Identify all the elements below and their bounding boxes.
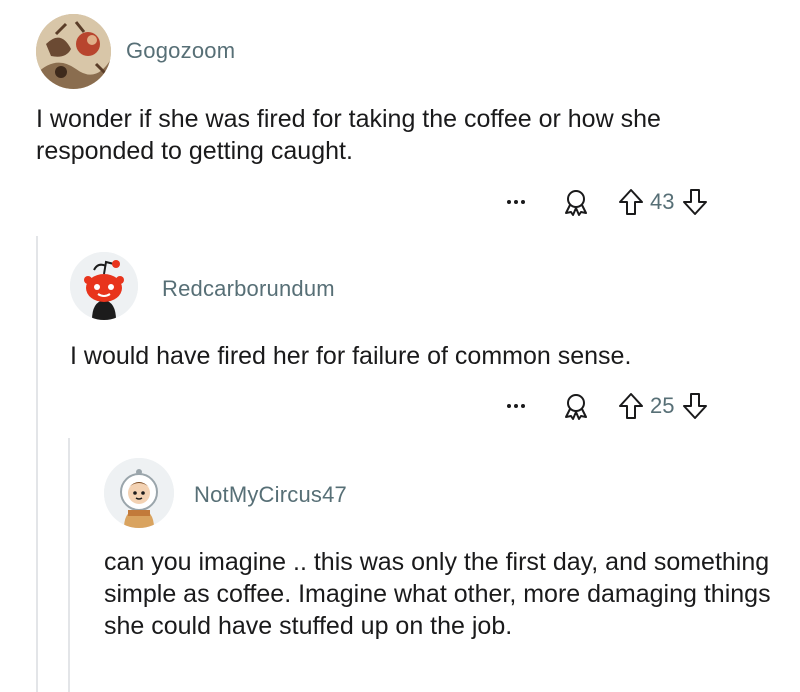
- thread-line-level-2[interactable]: [68, 438, 70, 692]
- vote-score: 43: [650, 189, 675, 214]
- user-avatar[interactable]: [70, 252, 138, 320]
- downvote-button[interactable]: [680, 184, 710, 220]
- upvote-button[interactable]: [616, 388, 646, 424]
- more-options-button[interactable]: [500, 186, 532, 218]
- upvote-arrow-icon: [619, 189, 643, 215]
- upvote-arrow-icon: [619, 393, 643, 419]
- user-avatar[interactable]: [104, 458, 174, 528]
- downvote-arrow-icon: [683, 393, 708, 419]
- award-button[interactable]: [558, 184, 594, 220]
- award-icon: [565, 190, 587, 216]
- award-icon: [565, 394, 587, 420]
- comment-actions: 25: [500, 386, 710, 426]
- upvote-button[interactable]: [616, 184, 646, 220]
- username[interactable]: Redcarborundum: [162, 276, 335, 302]
- vote-score: 25: [650, 393, 675, 418]
- thread-line-level-1[interactable]: [36, 236, 38, 692]
- downvote-button[interactable]: [680, 388, 710, 424]
- comment-body: I wonder if she was fired for taking the…: [36, 105, 661, 165]
- award-button[interactable]: [558, 388, 594, 424]
- downvote-arrow-icon: [683, 189, 708, 215]
- comment-actions: 43: [500, 182, 710, 222]
- more-options-button[interactable]: [500, 390, 532, 422]
- comment-body: can you imagine .. this was only the fir…: [104, 548, 771, 640]
- user-avatar[interactable]: [36, 14, 111, 89]
- comment-body: I would have fired her for failure of co…: [70, 342, 632, 370]
- username[interactable]: NotMyCircus47: [194, 482, 347, 508]
- username[interactable]: Gogozoom: [126, 38, 235, 64]
